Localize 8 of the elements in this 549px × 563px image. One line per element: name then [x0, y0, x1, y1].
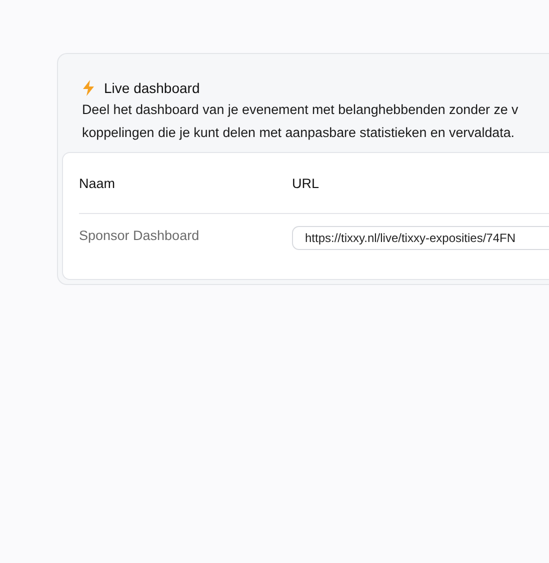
description-text: koppelingen die je kunt delen met aanpasbare statistieken en vervaldata.	[82, 124, 516, 142]
column-header: URL	[292, 176, 320, 190]
table-cell-text: Sponsor Dashboard	[79, 227, 200, 243]
card-title: Live dashboard	[104, 80, 200, 96]
description-text: Deel het dashboard van je evenement met belanghebbenden zonder ze v	[82, 101, 520, 119]
lightning-icon	[82, 80, 95, 96]
url-field[interactable]: https://tixxy.nl/live/tixxy-exposities/74FN	[292, 226, 549, 250]
column-header: Naam	[79, 176, 116, 190]
